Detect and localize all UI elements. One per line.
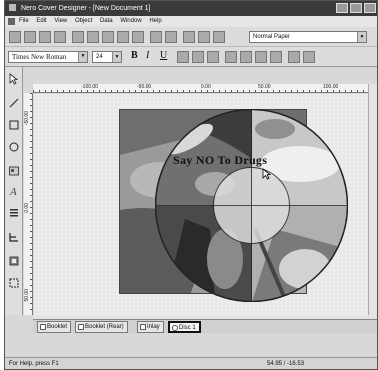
tab-inlay[interactable]: Inlay <box>137 321 164 333</box>
maximize-button[interactable] <box>350 3 362 13</box>
info-icon[interactable] <box>183 31 195 43</box>
tab-booklet[interactable]: Booklet <box>37 321 72 333</box>
document-icon[interactable] <box>8 18 15 25</box>
ruler-v-label: 50.00 <box>24 289 30 302</box>
ruler-h-label: -50.00 <box>137 84 152 90</box>
horizontal-ruler: -100.00 -50.00 0.00 50.00 100.00 <box>33 84 377 93</box>
ruler-v-label: -50.00 <box>24 111 30 126</box>
group-icon[interactable] <box>288 51 300 63</box>
ruler-h-label: 100.00 <box>323 84 339 90</box>
tab-label: Booklet <box>47 324 68 330</box>
save-icon[interactable] <box>39 31 51 43</box>
distribute-icon[interactable] <box>270 51 282 63</box>
crop-tool-icon[interactable] <box>8 277 20 289</box>
paper-select[interactable]: Normal Paper ▼ <box>249 31 367 43</box>
bold-button[interactable]: B <box>131 50 138 61</box>
chevron-down-icon[interactable]: ▼ <box>78 52 87 62</box>
redo-icon[interactable] <box>165 31 177 43</box>
status-bar: For Help, press F1 54.95 / -16.53 <box>5 357 377 369</box>
disc-label-art[interactable] <box>155 109 348 302</box>
mouse-pointer-icon <box>262 168 271 180</box>
menu-bar: File Edit View Object Data Window Help <box>5 16 377 27</box>
window-title: Nero Cover Designer - [New Document 1] <box>20 5 151 12</box>
zoom-icon[interactable] <box>198 31 210 43</box>
font-size-value: 24 <box>96 54 103 60</box>
tab-label: Disc 1 <box>179 325 196 331</box>
fill-color-icon[interactable] <box>177 51 189 63</box>
ruler-h-label: -100.00 <box>81 84 98 90</box>
line-color-icon[interactable] <box>192 51 204 63</box>
format-toolbar: Times New Roman ▼ 24 ▼ B I U <box>5 47 377 67</box>
app-icon <box>9 4 16 11</box>
vertical-ruler: -50.00 0.00 50.00 <box>24 93 33 315</box>
align-right-icon[interactable] <box>255 51 267 63</box>
menu-window[interactable]: Window <box>120 18 141 24</box>
tab-label: Inlay <box>147 324 160 330</box>
menu-view[interactable]: View <box>54 18 67 24</box>
undo-icon[interactable] <box>150 31 162 43</box>
print-icon[interactable] <box>54 31 66 43</box>
app-window: Nero Cover Designer - [New Document 1] F… <box>4 0 378 370</box>
disc-title-text[interactable]: Say NO To Drugs <box>173 153 267 168</box>
document-tabs: Booklet Booklet (Rear) Inlay Disc 1 <box>33 319 377 333</box>
open-icon[interactable] <box>24 31 36 43</box>
align-left-icon[interactable] <box>225 51 237 63</box>
menu-file[interactable]: File <box>19 18 29 24</box>
text-color-icon[interactable] <box>207 51 219 63</box>
paste-icon[interactable] <box>102 31 114 43</box>
menu-data[interactable]: Data <box>100 18 113 24</box>
track-list-tool-icon[interactable] <box>8 231 20 243</box>
minimize-button[interactable] <box>336 3 348 13</box>
delete-icon[interactable] <box>117 31 129 43</box>
font-size-select[interactable]: 24 ▼ <box>92 51 122 63</box>
cut-icon[interactable] <box>72 31 84 43</box>
close-button[interactable] <box>364 3 376 13</box>
ruler-v-label: 0.00 <box>24 203 30 213</box>
disc-icon <box>172 325 178 331</box>
title-bar: Nero Cover Designer - [New Document 1] <box>5 1 377 16</box>
image-tool-icon[interactable] <box>8 165 20 177</box>
tab-disc-1[interactable]: Disc 1 <box>168 321 201 333</box>
font-select[interactable]: Times New Roman ▼ <box>8 51 88 63</box>
standard-toolbar: Normal Paper ▼ <box>5 27 377 47</box>
copy-icon[interactable] <box>87 31 99 43</box>
page-icon <box>78 324 84 330</box>
ruler-h-label: 50.00 <box>258 84 271 90</box>
chevron-down-icon[interactable]: ▼ <box>357 32 366 42</box>
cursor-coordinates: 54.95 / -16.53 <box>267 361 305 367</box>
menu-object[interactable]: Object <box>75 18 92 24</box>
settings-icon[interactable] <box>213 31 225 43</box>
italic-button[interactable]: I <box>146 50 149 61</box>
vertical-scrollbar[interactable] <box>368 84 377 315</box>
ruler-h-label: 0.00 <box>201 84 211 90</box>
line-tool-icon[interactable] <box>8 97 20 109</box>
fill-tool-icon[interactable] <box>8 255 20 267</box>
page-icon <box>40 324 46 330</box>
status-help-text: For Help, press F1 <box>9 361 59 367</box>
tab-label: Booklet (Rear) <box>85 324 124 330</box>
tool-palette: A <box>5 67 23 315</box>
select-arrow-icon[interactable] <box>8 73 20 85</box>
underline-button[interactable]: U <box>160 50 167 61</box>
chevron-down-icon[interactable]: ▼ <box>112 52 121 62</box>
ellipse-tool-icon[interactable] <box>8 141 20 153</box>
menu-help[interactable]: Help <box>149 18 161 24</box>
ungroup-icon[interactable] <box>303 51 315 63</box>
paragraph-tool-icon[interactable] <box>8 207 20 219</box>
page-icon <box>140 324 146 330</box>
properties-icon[interactable] <box>132 31 144 43</box>
svg-text:A: A <box>9 186 17 197</box>
new-icon[interactable] <box>9 31 21 43</box>
menu-edit[interactable]: Edit <box>36 18 46 24</box>
font-select-value: Times New Roman <box>12 53 67 61</box>
tab-booklet-rear[interactable]: Booklet (Rear) <box>75 321 128 333</box>
align-center-icon[interactable] <box>240 51 252 63</box>
text-tool-icon[interactable]: A <box>8 185 20 197</box>
rectangle-tool-icon[interactable] <box>8 119 20 131</box>
paper-select-value: Normal Paper <box>253 34 291 40</box>
